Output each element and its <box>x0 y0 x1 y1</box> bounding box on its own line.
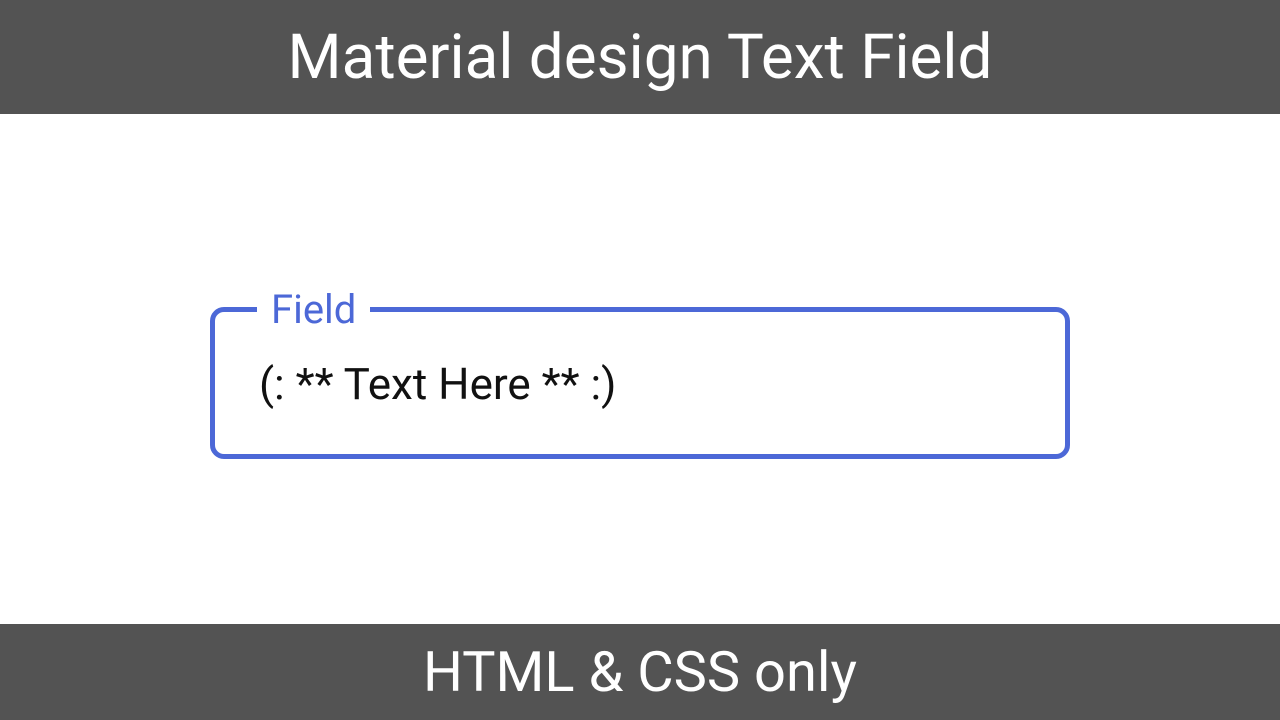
page-title: Material design Text Field <box>288 21 993 94</box>
content-area: Field <box>0 114 1280 624</box>
bottom-banner: HTML & CSS only <box>0 624 1280 720</box>
subtitle: HTML & CSS only <box>423 639 857 705</box>
text-field-outline: Field <box>210 290 1070 459</box>
top-banner: Material design Text Field <box>0 0 1280 114</box>
text-field-input[interactable] <box>215 330 1065 454</box>
text-field-label: Field <box>257 290 370 330</box>
text-field[interactable]: Field <box>210 290 1070 459</box>
